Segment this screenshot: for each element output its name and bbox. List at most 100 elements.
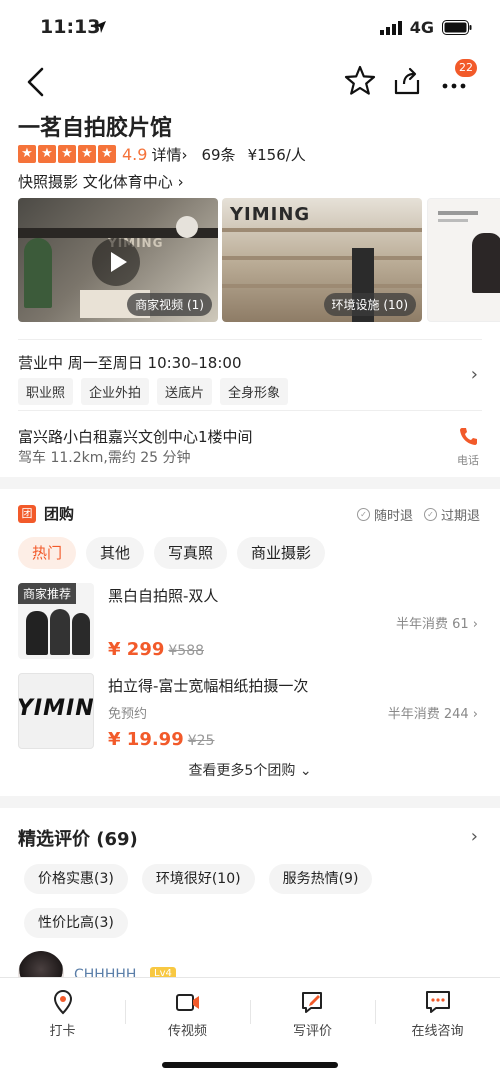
refund-expired-label: 过期退 bbox=[441, 509, 481, 524]
tab-checkin[interactable]: 打卡 bbox=[0, 978, 125, 1047]
review-count: 69条 bbox=[201, 145, 236, 164]
edit-review-icon bbox=[301, 992, 322, 1013]
tab-online-consult[interactable]: 在线咨询 bbox=[375, 978, 500, 1047]
service-tag: 送底片 bbox=[157, 378, 213, 405]
star-icon: ★ bbox=[18, 145, 36, 163]
deal-price: ¥ 19.99 ¥25 bbox=[108, 729, 214, 750]
refund-expired: ✓ 过期退 bbox=[424, 505, 480, 524]
figure bbox=[26, 611, 48, 655]
chevron-right-icon: › bbox=[177, 173, 184, 191]
lamp bbox=[176, 216, 198, 238]
reviews-chevron-icon[interactable]: › bbox=[471, 826, 478, 847]
home-indicator[interactable] bbox=[162, 1062, 338, 1068]
favorite-star-icon[interactable] bbox=[344, 64, 376, 98]
check-icon: ✓ bbox=[357, 508, 370, 521]
review-tag[interactable]: 服务热情(9) bbox=[268, 864, 373, 894]
star-icon: ★ bbox=[78, 145, 96, 163]
photo-gallery[interactable]: YIMING 商家视频 (1) YIMING 环境设施 (10) bbox=[18, 198, 500, 322]
business-hours: 营业中 周一至周日 10:30–18:00 bbox=[18, 354, 242, 372]
figure bbox=[50, 609, 70, 655]
review-tag[interactable]: 价格实惠(3) bbox=[24, 864, 128, 894]
deal-sold-text: 半年消费 244 bbox=[387, 707, 469, 722]
play-icon[interactable] bbox=[92, 238, 140, 286]
tab-label: 传视频 bbox=[167, 1024, 207, 1039]
deal-original-price: ¥25 bbox=[187, 733, 215, 749]
deal-item[interactable]: 商家推荐 黑白自拍照-双人 半年消费 61 › ¥ 299 ¥588 bbox=[18, 583, 482, 663]
tab-upload-video[interactable]: 传视频 bbox=[125, 978, 250, 1047]
share-icon[interactable] bbox=[392, 66, 422, 96]
star-icon: ★ bbox=[38, 145, 56, 163]
back-icon[interactable] bbox=[22, 66, 50, 98]
bottom-tab-bar: 打卡 传视频 写评价 在线咨询 bbox=[0, 977, 500, 1047]
group-buy-icon: 团 bbox=[18, 504, 36, 523]
detail-label: 详情 bbox=[151, 145, 182, 164]
status-time: 11:13 bbox=[40, 16, 101, 38]
deal-price-value: ¥ 299 bbox=[108, 639, 165, 660]
filter-commercial[interactable]: 商业摄影 bbox=[237, 537, 326, 569]
notification-badge: 22 bbox=[455, 59, 477, 77]
average-price: ¥156/人 bbox=[247, 145, 306, 164]
signal-icon bbox=[379, 20, 402, 35]
chevron-down-icon: ⌄ bbox=[299, 763, 312, 779]
video-camera-icon bbox=[175, 994, 199, 1011]
shelf bbox=[222, 256, 422, 260]
group-buy-header: 团 团购 bbox=[18, 503, 74, 524]
divider bbox=[18, 410, 482, 411]
deal-sold: 半年消费 244 › bbox=[387, 707, 478, 722]
deal-sold-text: 半年消费 61 bbox=[395, 617, 469, 632]
battery-icon bbox=[442, 20, 472, 35]
shop-name: 一茗自拍胶片馆 bbox=[18, 116, 173, 141]
address-line[interactable]: 富兴路小白租嘉兴文创中心1楼中间 bbox=[18, 426, 253, 447]
category-row[interactable]: 快照摄影 文化体育中心 › bbox=[18, 171, 184, 192]
review-tag[interactable]: 环境很好(10) bbox=[141, 864, 255, 894]
image-logo-text: YIMING bbox=[230, 204, 311, 225]
more-deals-label: 查看更多5个团购 bbox=[188, 763, 296, 779]
star-rating: ★ ★ ★ ★ ★ bbox=[18, 145, 116, 163]
deal-image: YIMING bbox=[18, 673, 94, 749]
divider bbox=[18, 339, 482, 340]
rating-row[interactable]: ★ ★ ★ ★ ★ 4.9 详情› 69条 ¥156/人 bbox=[18, 144, 306, 164]
video-thumbnail[interactable]: YIMING 商家视频 (1) bbox=[18, 198, 218, 322]
deal-price-value: ¥ 19.99 bbox=[108, 729, 184, 750]
tab-label: 写评价 bbox=[292, 1024, 332, 1039]
filter-hot[interactable]: 热门 bbox=[18, 537, 77, 569]
chat-icon bbox=[425, 991, 450, 1013]
plant bbox=[24, 238, 52, 308]
tab-label: 打卡 bbox=[49, 1024, 76, 1039]
group-buy-title: 团购 bbox=[44, 505, 75, 523]
rating-score: 4.9 bbox=[122, 144, 148, 164]
environment-thumbnail[interactable]: YIMING 环境设施 (10) bbox=[222, 198, 422, 322]
deal-name: 拍立得-富士宽幅相纸拍摄一次 bbox=[108, 677, 309, 695]
tab-write-review[interactable]: 写评价 bbox=[250, 978, 375, 1047]
review-tag[interactable]: 性价比高(3) bbox=[24, 908, 128, 938]
shelf bbox=[222, 228, 422, 232]
filter-portrait[interactable]: 写真照 bbox=[154, 537, 228, 569]
check-icon: ✓ bbox=[424, 508, 437, 521]
photo-thumbnail[interactable] bbox=[427, 198, 500, 322]
image-logo-text: YIMING bbox=[18, 696, 94, 721]
star-icon: ★ bbox=[58, 145, 76, 163]
deal-item[interactable]: YIMING 拍立得-富士宽幅相纸拍摄一次 免预约 半年消费 244 › ¥ 1… bbox=[18, 673, 482, 753]
hours-chevron-icon[interactable]: › bbox=[471, 364, 478, 385]
service-tag: 全身形象 bbox=[220, 378, 289, 405]
drive-info: 驾车 11.2km,需约 25 分钟 bbox=[18, 450, 191, 466]
more-deals-button[interactable]: 查看更多5个团购 ⌄ bbox=[0, 760, 500, 780]
phone-label: 电话 bbox=[457, 454, 479, 467]
tab-label: 在线咨询 bbox=[411, 1024, 464, 1039]
video-caption: 商家视频 (1) bbox=[127, 293, 212, 316]
chevron-right-icon: › bbox=[181, 145, 188, 164]
service-tag: 职业照 bbox=[18, 378, 74, 405]
shelf bbox=[222, 284, 422, 288]
rating-detail-link[interactable]: 详情› bbox=[151, 144, 187, 165]
category-text: 快照摄影 文化体育中心 bbox=[18, 173, 173, 191]
status-indicators: 4G bbox=[379, 18, 472, 37]
text-line bbox=[438, 211, 478, 215]
portrait bbox=[472, 233, 500, 293]
phone-button[interactable]: 电话 bbox=[456, 426, 480, 467]
filter-other[interactable]: 其他 bbox=[86, 537, 145, 569]
deal-sold: 半年消费 61 › bbox=[395, 617, 478, 632]
refund-anytime: ✓ 随时退 bbox=[357, 505, 413, 524]
section-separator bbox=[0, 796, 500, 808]
service-tags: 职业照 企业外拍 送底片 全身形象 bbox=[18, 378, 289, 405]
service-tag: 企业外拍 bbox=[81, 378, 150, 405]
